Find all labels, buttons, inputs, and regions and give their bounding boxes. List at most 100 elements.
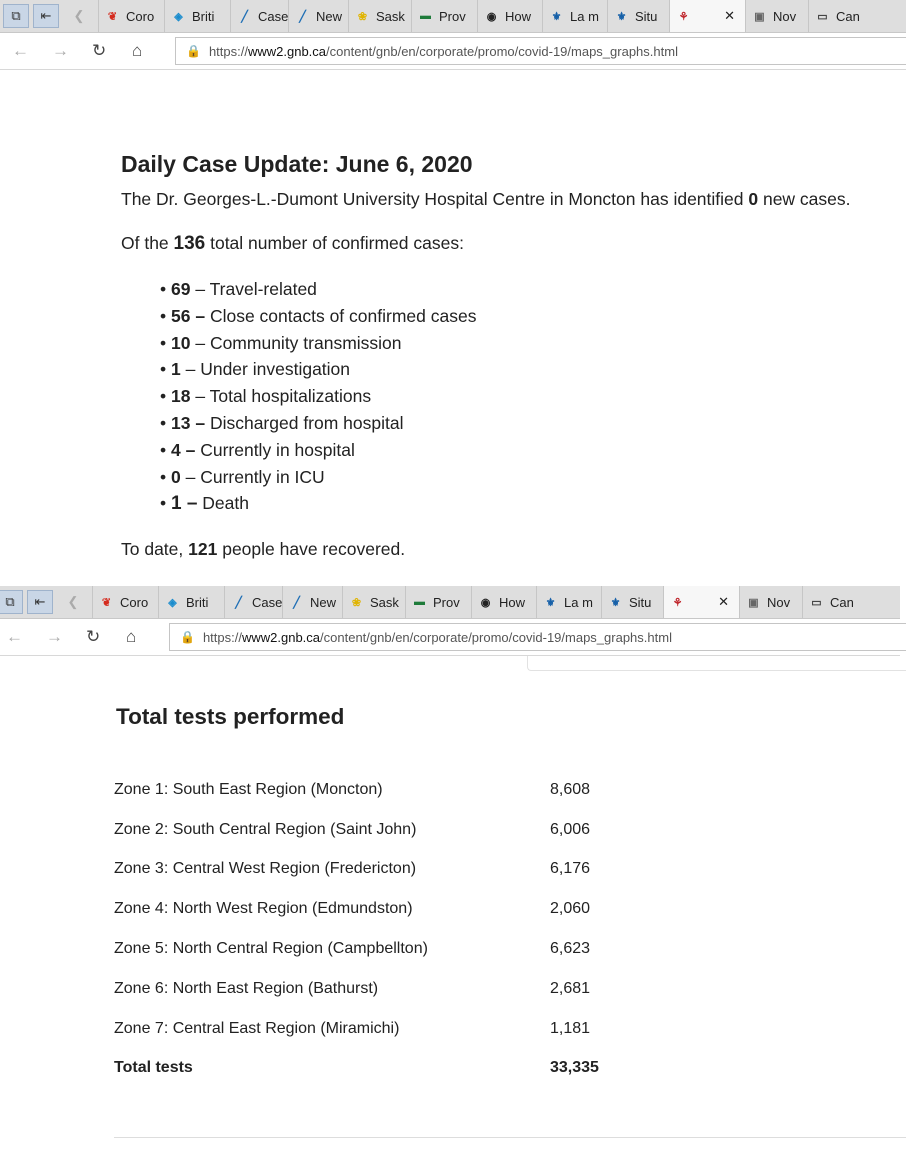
tab-label: Situ: [635, 8, 658, 24]
zone-name: Zone 7: Central East Region (Miramichi): [114, 1019, 400, 1037]
maple-leaf-icon: ❦: [107, 10, 118, 23]
tab-label: Nov: [767, 594, 791, 610]
chart-icon: ╱: [241, 10, 248, 23]
browser-tab[interactable]: ▬ Prov: [411, 0, 477, 32]
tab-label: Situ: [629, 594, 652, 610]
sask-icon: ❀: [351, 596, 362, 609]
item-label: Discharged from hospital: [209, 412, 404, 433]
close-tab-icon[interactable]: ✕: [724, 8, 735, 24]
table-row: Zone 2: South Central Region (Saint John…: [114, 810, 599, 850]
sask-icon: ❀: [357, 10, 368, 23]
browser-tab[interactable]: ▭ Can: [808, 0, 871, 32]
tab-label: La m: [564, 594, 593, 610]
browser-tab[interactable]: ⚘ ✕: [663, 586, 739, 618]
browser-tab[interactable]: ▣ Nov: [739, 586, 802, 618]
tests-title: Total tests performed: [116, 704, 345, 729]
browser-tab[interactable]: ❀ Sask: [348, 0, 411, 32]
url-scheme: https://: [208, 43, 248, 59]
total-tests-label: Total tests: [114, 1059, 193, 1077]
browser-tab[interactable]: ╱ New: [282, 586, 342, 618]
browser-tab[interactable]: ⚜ Situ: [601, 586, 663, 618]
browser-tab[interactable]: ⚜ La m: [536, 586, 601, 618]
total-cases-count: 136: [173, 233, 206, 254]
browser-tab[interactable]: ◉ How: [471, 586, 536, 618]
close-tab-icon[interactable]: ✕: [718, 594, 729, 610]
item-label: Community transmission: [209, 332, 402, 353]
zone-test-count: 6,623: [550, 940, 591, 958]
browser-tab[interactable]: ╱ Case: [230, 0, 288, 32]
new-case-count: 0: [748, 189, 759, 209]
zone-name: Zone 4: North West Region (Edmundston): [114, 900, 413, 918]
item-label: Currently in ICU: [200, 466, 325, 487]
back-arrow-icon[interactable]: ←: [6, 627, 23, 647]
browser-tab[interactable]: ⚘ ✕: [669, 0, 745, 32]
scroll-tabs-left-icon[interactable]: ❮: [60, 590, 86, 614]
refresh-icon[interactable]: ↻: [86, 627, 100, 647]
tab-label: Nov: [773, 8, 797, 24]
set-aside-tabs-icon[interactable]: ⇤: [33, 4, 59, 28]
browser-tab[interactable]: ╱ New: [288, 0, 348, 32]
set-aside-tabs-icon[interactable]: ⇤: [27, 590, 53, 614]
item-count: 13 –: [171, 412, 206, 433]
tab-label: Prov: [439, 8, 466, 24]
image-icon: ▣: [748, 596, 759, 609]
list-item: • 1 – Death: [160, 490, 476, 517]
tab-actions-icon[interactable]: ⧉: [0, 590, 23, 614]
forward-arrow-icon[interactable]: →: [52, 41, 69, 61]
bullet: •: [160, 332, 171, 353]
browser-tab[interactable]: ❦ Coro: [98, 0, 164, 32]
intro-pre: The Dr. Georges-L.-Dumont University Hos…: [121, 189, 749, 209]
recovered-count: 121: [188, 539, 218, 559]
browser-tab[interactable]: ◈ Briti: [164, 0, 230, 32]
browser-tab[interactable]: ◈ Briti: [158, 586, 224, 618]
scroll-tabs-left-icon[interactable]: ❮: [66, 4, 92, 28]
zone-test-count: 6,176: [550, 860, 591, 878]
list-item: • 18 – Total hospitalizations: [160, 383, 476, 410]
refresh-icon[interactable]: ↻: [92, 41, 106, 61]
bc-logo-icon: ◈: [168, 596, 177, 609]
forward-arrow-icon[interactable]: →: [46, 627, 63, 647]
bullet: •: [160, 279, 171, 299]
tab-label: New: [310, 594, 337, 610]
list-item: • 69 – Travel-related: [160, 276, 476, 303]
tab-label: La m: [570, 8, 599, 24]
browser-tab[interactable]: ⚜ La m: [542, 0, 607, 32]
browser-tab[interactable]: ▬ Prov: [405, 586, 471, 618]
section-divider: [114, 1137, 906, 1138]
daily-update-title: Daily Case Update: June 6, 2020: [121, 151, 473, 177]
address-bar[interactable]: 🔒 https://www2.gnb.ca/content/gnb/en/cor…: [169, 623, 906, 651]
tab-label: Can: [836, 8, 860, 24]
back-arrow-icon[interactable]: ←: [12, 41, 29, 61]
browser-chrome-second: ⧉ ⇤ ❮ ❦ Coro ◈ Briti ╱ Case ╱ New ❀ Sask ▬ Prov ◉ How ⚜ La…: [0, 586, 906, 656]
browser-tab[interactable]: ⚜ Situ: [607, 0, 669, 32]
browser-tab[interactable]: ╱ Case: [224, 586, 282, 618]
shield-icon: ◉: [480, 596, 491, 609]
fleur-de-lis-icon: ⚜: [551, 10, 562, 23]
item-count: 4 –: [171, 439, 196, 460]
home-icon[interactable]: ⌂: [132, 41, 142, 61]
home-icon[interactable]: ⌂: [126, 627, 136, 647]
item-separator: –: [190, 279, 210, 299]
tab-actions-icon[interactable]: ⧉: [3, 4, 29, 28]
url-scheme: https://: [202, 629, 242, 645]
gnb-logo-icon: ⚘: [678, 10, 689, 23]
item-label: Close contacts of confirmed cases: [209, 305, 477, 326]
zone-test-count: 1,181: [550, 1019, 591, 1037]
tests-table: Zone 1: South East Region (Moncton) 8,608…: [114, 770, 599, 1088]
tab-label: Can: [830, 594, 854, 610]
bullet: •: [160, 466, 171, 487]
list-item: • 1 – Under investigation: [160, 356, 476, 383]
dropdown-edge: [527, 656, 906, 671]
browser-tab[interactable]: ▣ Nov: [745, 0, 808, 32]
bullet: •: [160, 439, 171, 460]
browser-tab[interactable]: ❀ Sask: [342, 586, 405, 618]
address-bar[interactable]: 🔒 https://www2.gnb.ca/content/gnb/en/cor…: [175, 37, 906, 65]
browser-tab[interactable]: ◉ How: [477, 0, 542, 32]
item-count: 18: [171, 386, 191, 407]
total-pre: Of the: [121, 233, 174, 253]
browser-tab[interactable]: ▭ Can: [802, 586, 865, 618]
list-item: • 0 – Currently in ICU: [160, 464, 476, 491]
image-icon: ▣: [754, 10, 765, 23]
browser-tab[interactable]: ❦ Coro: [92, 586, 158, 618]
zone-test-count: 6,006: [550, 820, 591, 838]
